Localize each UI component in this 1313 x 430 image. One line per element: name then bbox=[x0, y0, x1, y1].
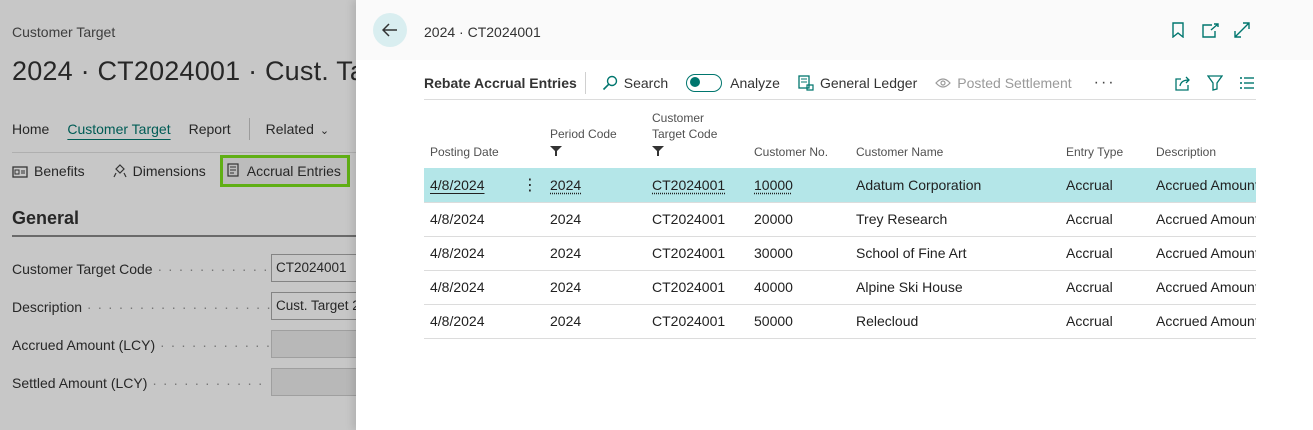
cell-description: Accrued Amount bbox=[1150, 270, 1256, 305]
analyze-toggle[interactable]: Analyze bbox=[686, 73, 780, 92]
cell-period-code[interactable]: 2024 bbox=[544, 202, 646, 237]
row-actions-cell bbox=[516, 270, 544, 305]
list-view-icon[interactable] bbox=[1238, 74, 1256, 92]
header-label: Customer No. bbox=[754, 145, 829, 159]
header-label: Entry Type bbox=[1066, 145, 1124, 159]
row-actions-menu-icon[interactable]: ⋮ bbox=[516, 168, 544, 203]
toolbar-right-icons bbox=[1160, 74, 1256, 92]
column-header-entry-type[interactable]: Entry Type bbox=[1060, 108, 1150, 168]
ledger-icon bbox=[798, 74, 814, 91]
list-title: Rebate Accrual Entries bbox=[424, 71, 586, 94]
column-header-customer-name[interactable]: Customer Name bbox=[850, 108, 1060, 168]
eye-icon bbox=[935, 77, 952, 88]
cell-customer-no[interactable]: 50000 bbox=[748, 304, 850, 339]
header-label: Period Code bbox=[550, 127, 617, 141]
table-header-row: Posting Date Period Code Customer Target … bbox=[424, 108, 1256, 168]
cell-target-code[interactable]: CT2024001 bbox=[646, 202, 748, 237]
filter-icon bbox=[652, 144, 742, 160]
cell-entry-type: Accrual bbox=[1060, 236, 1150, 271]
cell-entry-type: Accrual bbox=[1060, 168, 1150, 203]
cell-posting-date[interactable]: 4/8/2024 bbox=[424, 304, 516, 339]
cell-customer-name: Adatum Corporation bbox=[850, 168, 1060, 203]
cell-customer-no[interactable]: 10000 bbox=[748, 168, 850, 203]
modal-overlay[interactable] bbox=[0, 0, 356, 430]
row-actions-cell bbox=[516, 202, 544, 237]
open-new-window-icon[interactable] bbox=[1201, 21, 1219, 39]
general-ledger-button[interactable]: General Ledger bbox=[798, 75, 917, 91]
cell-period-code[interactable]: 2024 bbox=[544, 304, 646, 339]
cell-description: Accrued Amount bbox=[1150, 168, 1256, 203]
header-label: Target Code bbox=[652, 127, 718, 141]
cell-period-code[interactable]: 2024 bbox=[544, 236, 646, 271]
column-header-period-code[interactable]: Period Code bbox=[544, 108, 646, 168]
cell-description: Accrued Amount bbox=[1150, 202, 1256, 237]
table-row[interactable]: 4/8/2024 2024 CT2024001 30000 School of … bbox=[424, 236, 1256, 271]
header-label: Description bbox=[1156, 145, 1217, 159]
filter-icon bbox=[550, 144, 640, 160]
column-header-customer-no[interactable]: Customer No. bbox=[748, 108, 850, 168]
target-code-link[interactable]: CT2024001 bbox=[652, 177, 725, 193]
arrow-left-icon bbox=[382, 23, 397, 37]
cell-customer-name: Trey Research bbox=[850, 202, 1060, 237]
customer-no-link[interactable]: 10000 bbox=[754, 177, 793, 193]
cell-customer-no[interactable]: 20000 bbox=[748, 202, 850, 237]
rebate-accrual-entries-panel: 2024 · CT2024001 Rebate Accrual Entries … bbox=[356, 0, 1313, 430]
row-actions-cell bbox=[516, 236, 544, 271]
expand-icon[interactable] bbox=[1233, 21, 1251, 39]
cell-description: Accrued Amount bbox=[1150, 304, 1256, 339]
search-icon bbox=[602, 75, 617, 90]
posted-settlement-label: Posted Settlement bbox=[957, 74, 1072, 91]
table-row[interactable]: 4/8/2024 2024 CT2024001 50000 Relecloud … bbox=[424, 304, 1256, 339]
cell-posting-date[interactable]: 4/8/2024 bbox=[424, 202, 516, 237]
column-header-posting-date[interactable]: Posting Date bbox=[424, 108, 516, 168]
analyze-label: Analyze bbox=[730, 74, 780, 91]
cell-period-code[interactable]: 2024 bbox=[544, 270, 646, 305]
column-header-actions bbox=[516, 108, 544, 168]
table-row[interactable]: 4/8/2024 2024 CT2024001 20000 Trey Resea… bbox=[424, 202, 1256, 237]
search-button[interactable]: Search bbox=[602, 75, 668, 91]
cell-target-code[interactable]: CT2024001 bbox=[646, 236, 748, 271]
cell-posting-date[interactable]: 4/8/2024 bbox=[424, 270, 516, 305]
filter-icon[interactable] bbox=[1206, 74, 1224, 92]
cell-target-code[interactable]: CT2024001 bbox=[646, 304, 748, 339]
panel-title: 2024 · CT2024001 bbox=[424, 24, 541, 40]
header-label: Posting Date bbox=[430, 145, 499, 159]
toggle-switch-icon bbox=[686, 73, 723, 92]
column-header-description[interactable]: Description bbox=[1150, 108, 1256, 168]
posted-settlement-button[interactable]: Posted Settlement bbox=[935, 74, 1072, 91]
cell-customer-name: Alpine Ski House bbox=[850, 270, 1060, 305]
cell-customer-no[interactable]: 40000 bbox=[748, 270, 850, 305]
header-label: Customer Name bbox=[856, 145, 944, 159]
back-button[interactable] bbox=[373, 13, 407, 47]
cell-target-code[interactable]: CT2024001 bbox=[646, 168, 748, 203]
posting-date-link[interactable]: 4/8/2024 bbox=[430, 177, 485, 193]
general-ledger-label: General Ledger bbox=[819, 74, 918, 91]
header-label: Customer bbox=[652, 111, 705, 125]
cell-customer-no[interactable]: 30000 bbox=[748, 236, 850, 271]
cell-entry-type: Accrual bbox=[1060, 202, 1150, 237]
cell-entry-type: Accrual bbox=[1060, 304, 1150, 339]
bookmark-icon[interactable] bbox=[1169, 21, 1187, 39]
period-code-link[interactable]: 2024 bbox=[550, 177, 581, 193]
row-actions-cell bbox=[516, 304, 544, 339]
table-row[interactable]: 4/8/2024 ⋮ 2024 CT2024001 10000 Adatum C… bbox=[424, 168, 1256, 203]
cell-target-code[interactable]: CT2024001 bbox=[646, 270, 748, 305]
panel-header: 2024 · CT2024001 bbox=[356, 0, 1313, 60]
list-toolbar: Rebate Accrual Entries Search Analyze Ge… bbox=[424, 66, 1256, 100]
table-row[interactable]: 4/8/2024 2024 CT2024001 40000 Alpine Ski… bbox=[424, 270, 1256, 305]
cell-description: Accrued Amount bbox=[1150, 236, 1256, 271]
cell-period-code[interactable]: 2024 bbox=[544, 168, 646, 203]
column-header-customer-target-code[interactable]: Customer Target Code bbox=[646, 108, 748, 168]
cell-customer-name: Relecloud bbox=[850, 304, 1060, 339]
search-label: Search bbox=[623, 74, 669, 91]
cell-posting-date[interactable]: 4/8/2024 bbox=[424, 168, 516, 203]
share-icon[interactable] bbox=[1174, 74, 1192, 92]
entries-table: Posting Date Period Code Customer Target … bbox=[424, 108, 1256, 339]
cell-posting-date[interactable]: 4/8/2024 bbox=[424, 236, 516, 271]
more-options-icon[interactable]: ··· bbox=[1094, 74, 1116, 92]
header-icons bbox=[1155, 21, 1251, 39]
cell-customer-name: School of Fine Art bbox=[850, 236, 1060, 271]
cell-entry-type: Accrual bbox=[1060, 270, 1150, 305]
